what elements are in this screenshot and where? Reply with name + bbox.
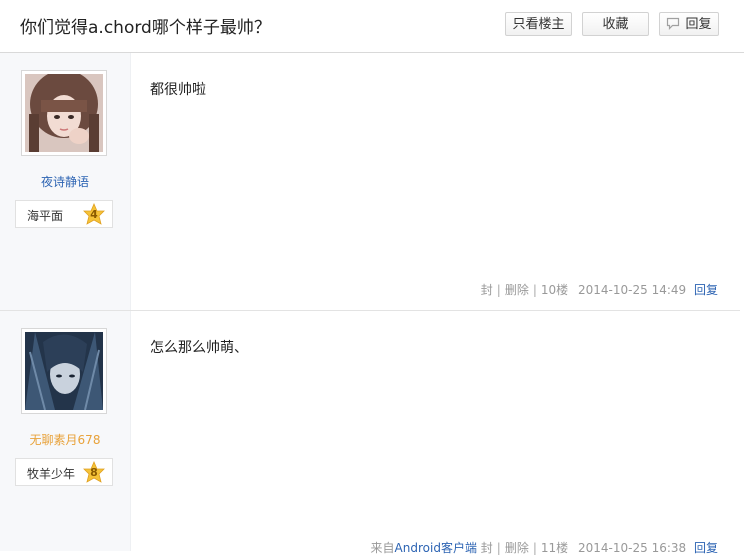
favorite-button[interactable]: 收藏 [582, 12, 649, 36]
delete-link[interactable]: 删除 [505, 283, 529, 297]
reply-button[interactable]: 回复 [659, 12, 719, 36]
comment-icon [667, 17, 680, 30]
username[interactable]: 无聊素月678 [0, 431, 130, 448]
level-name: 海平面 [27, 209, 64, 223]
author-panel: 无聊素月678 牧羊少年 8 [0, 311, 131, 551]
user-level: 海平面 4 [15, 200, 113, 228]
ban-link[interactable]: 封 [481, 283, 493, 297]
post-tail: 封 | 删除 | 10楼 2014-10-25 14:49 回复 [480, 283, 718, 297]
client-link[interactable]: Android客户端 [395, 541, 477, 555]
username[interactable]: 夜诗静语 [0, 173, 130, 190]
level-number: 4 [90, 208, 98, 221]
ban-link[interactable]: 封 [481, 541, 493, 555]
post-content: 怎么那么帅萌、 [150, 340, 248, 356]
reply-link[interactable]: 回复 [694, 283, 718, 297]
post-content: 都很帅啦 [150, 82, 206, 98]
floor-number: 11楼 [540, 541, 569, 555]
user-level: 牧羊少年 8 [15, 458, 113, 486]
post: 夜诗静语 海平面 4 都很帅啦 封 | 删除 | 10楼 2014-10-25 14:4… [0, 53, 740, 311]
author-panel: 夜诗静语 海平面 4 [0, 53, 131, 310]
floor-number: 10楼 [540, 283, 569, 297]
level-star-icon: 8 [82, 460, 106, 485]
post-time: 2014-10-25 14:49 [578, 283, 687, 297]
level-star-icon: 4 [82, 202, 106, 227]
only-op-button[interactable]: 只看楼主 [505, 12, 572, 36]
level-name: 牧羊少年 [27, 467, 76, 481]
post: 无聊素月678 牧羊少年 8 怎么那么帅萌、 来自Android客户端 封 | 删除… [0, 311, 740, 555]
thread-header: 你们觉得a.chord哪个样子最帅？ 只看楼主 收藏 回复 [0, 0, 744, 53]
avatar[interactable] [21, 70, 107, 156]
post-time: 2014-10-25 16:38 [578, 541, 687, 555]
avatar-image [25, 332, 103, 410]
reply-button-label: 回复 [685, 17, 712, 32]
post-tail: 来自Android客户端 封 | 删除 | 11楼 2014-10-25 16:38 回… [370, 541, 718, 555]
avatar-image [25, 74, 103, 152]
thread-title: 你们觉得a.chord哪个样子最帅？ [20, 18, 271, 38]
level-number: 8 [90, 466, 98, 479]
avatar[interactable] [21, 328, 107, 414]
delete-link[interactable]: 删除 [505, 541, 529, 555]
client-prefix: 来自 [370, 541, 395, 555]
reply-link[interactable]: 回复 [694, 541, 718, 555]
